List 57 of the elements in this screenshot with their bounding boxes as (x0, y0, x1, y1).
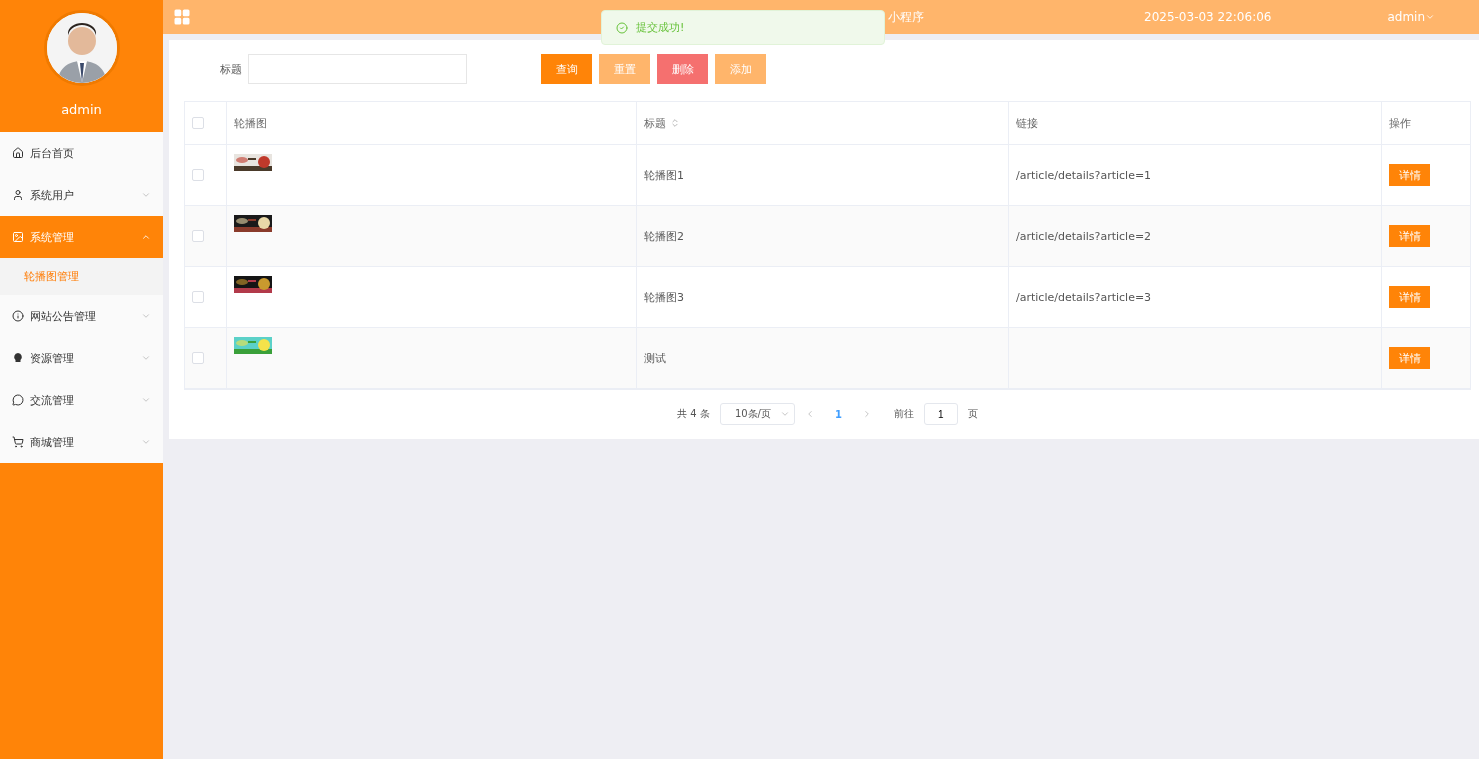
chevron-down-icon (141, 395, 151, 405)
sort-icon[interactable] (670, 118, 680, 128)
page-size-select[interactable]: 10条/页 (719, 403, 795, 425)
user-icon (12, 189, 24, 201)
chat-icon (12, 394, 24, 406)
table-cell: /article/details?article=3 (1016, 290, 1152, 304)
row-checkbox[interactable] (192, 291, 204, 303)
detail-button[interactable]: 详情 (1389, 164, 1430, 186)
image-icon (12, 231, 24, 243)
action-button[interactable]: 查询 (541, 54, 592, 84)
caret-icon (1425, 12, 1436, 22)
chevron-down-icon (141, 311, 151, 321)
page-suffix: 页 (967, 407, 978, 421)
chevron-down-icon (141, 437, 151, 447)
info-icon (12, 310, 24, 322)
table-cell: /article/details?article=1 (1016, 168, 1152, 182)
detail-button[interactable]: 详情 (1389, 225, 1430, 247)
table-cell: 轮播图3 (644, 289, 684, 305)
bulb-icon (12, 352, 24, 364)
grid-menu-icon[interactable] (173, 8, 191, 26)
row-checkbox[interactable] (192, 352, 204, 364)
table-cell: /article/details?article=2 (1016, 229, 1152, 243)
goto-label: 前往 (893, 407, 914, 421)
action-button[interactable]: 添加 (715, 54, 766, 84)
chevron-down-icon (141, 190, 151, 200)
goto-page-input[interactable]: 1 (923, 403, 958, 425)
total-count: 共 4 条 (677, 407, 710, 421)
page-number[interactable]: 1 (824, 408, 852, 420)
menu-item[interactable]: 系统管理 (0, 216, 163, 258)
table-cell: 轮播图2 (644, 228, 684, 244)
column-header: 轮播图 (234, 115, 267, 131)
user-menu[interactable]: admin (1387, 10, 1436, 24)
chevron-down-icon (141, 353, 151, 363)
select-all-checkbox[interactable] (192, 117, 204, 129)
column-header: 标题 (644, 115, 666, 131)
username: admin (61, 102, 102, 117)
column-header: 操作 (1389, 115, 1411, 131)
table-cell: 轮播图1 (644, 167, 684, 183)
row-checkbox[interactable] (192, 230, 204, 242)
check-circle-icon (616, 21, 628, 34)
home-icon (12, 147, 24, 159)
action-button[interactable]: 重置 (599, 54, 650, 84)
date-time: 2025-03-03 22:06:06 (1144, 10, 1272, 24)
title-input[interactable] (248, 54, 467, 84)
row-checkbox[interactable] (192, 169, 204, 181)
action-button[interactable]: 删除 (657, 54, 708, 84)
search-label: 标题 (220, 61, 242, 77)
column-header: 链接 (1016, 115, 1038, 131)
caret-icon (779, 409, 790, 419)
cart-icon (12, 436, 24, 448)
submenu-item[interactable]: 轮播图管理 (0, 258, 163, 295)
toast-message: 提交成功! (636, 20, 685, 35)
detail-button[interactable]: 详情 (1389, 286, 1430, 308)
chevron-up-icon (141, 232, 151, 242)
site-title: 小程序 (888, 8, 924, 26)
table-cell: 测试 (644, 350, 666, 366)
detail-button[interactable]: 详情 (1389, 347, 1430, 369)
